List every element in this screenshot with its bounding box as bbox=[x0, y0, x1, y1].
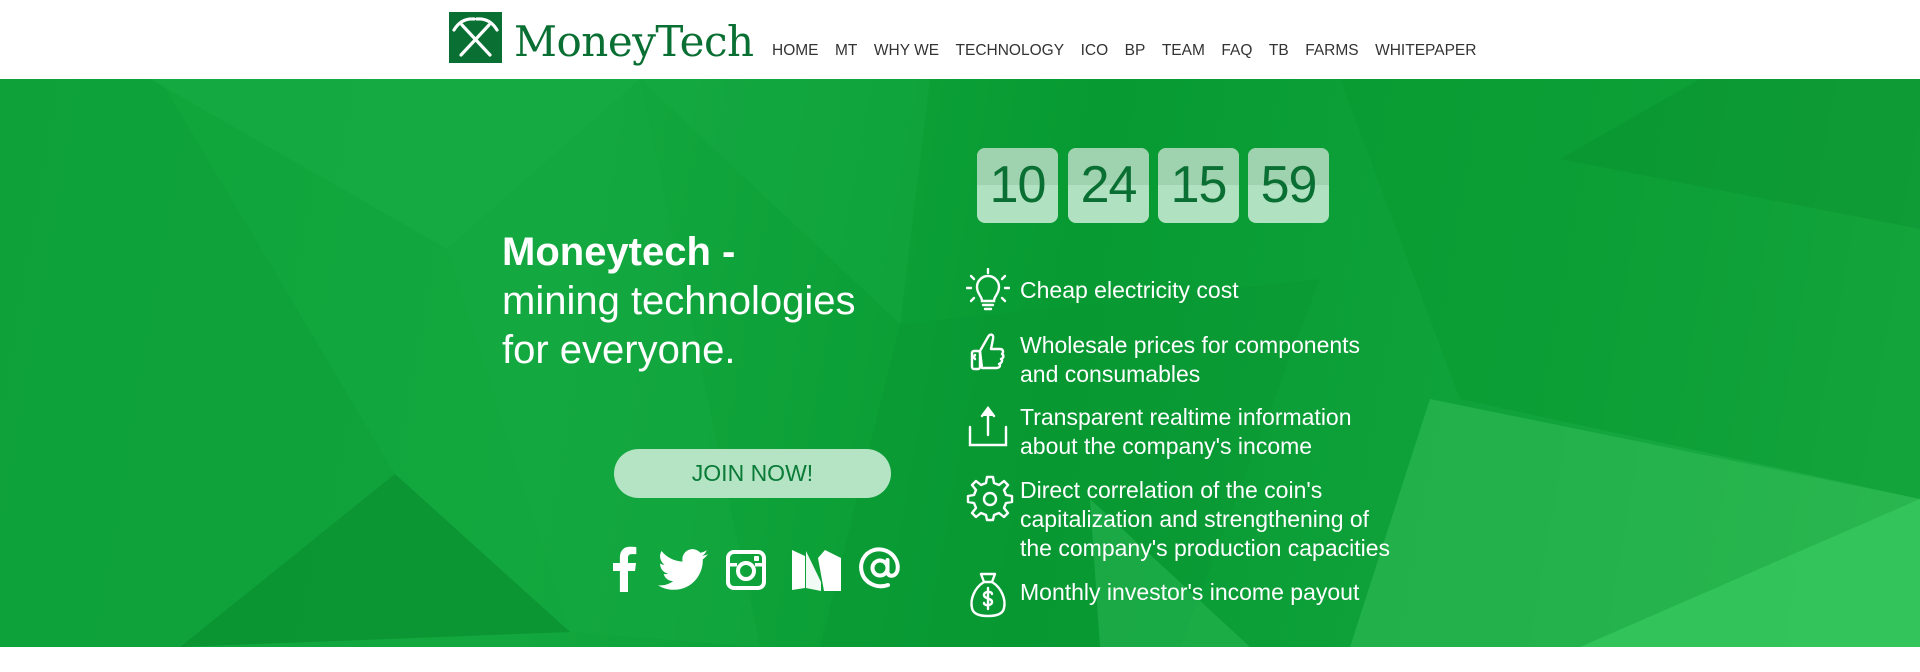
nav-item-technology[interactable]: TECHNOLOGY bbox=[956, 43, 1065, 59]
feature-text-5: Monthly investor's income payout bbox=[1020, 578, 1460, 607]
feature-text-4: Direct correlation of the coin's capitali… bbox=[1020, 476, 1460, 563]
brand-logo[interactable]: MoneyTech bbox=[449, 12, 754, 76]
instagram-icon[interactable] bbox=[726, 550, 766, 595]
footer-strip bbox=[0, 647, 1920, 672]
thumbs-up-icon bbox=[966, 329, 1010, 377]
countdown-box-1: 10 bbox=[977, 148, 1058, 223]
feature-text-1: Cheap electricity cost bbox=[1020, 276, 1460, 305]
countdown-box-4: 59 bbox=[1248, 148, 1329, 223]
join-now-button[interactable]: JOIN NOW! bbox=[614, 449, 891, 498]
feature-4-line-1: Direct correlation of the coin's bbox=[1020, 477, 1323, 503]
nav-item-team[interactable]: TEAM bbox=[1162, 43, 1205, 59]
nav-item-bp[interactable]: BP bbox=[1125, 43, 1146, 59]
feature-4-line-2: capitalization and strengthening of bbox=[1020, 506, 1370, 532]
hero-title-line-2: mining technologies bbox=[502, 279, 856, 323]
nav-item-tb[interactable]: TB bbox=[1269, 43, 1289, 59]
feature-text-3: Transparent realtime information about th… bbox=[1020, 403, 1460, 461]
countdown-value-3: 15 bbox=[1170, 156, 1228, 214]
hero-headline: Moneytech - mining technologies for ever… bbox=[502, 228, 942, 375]
twitter-icon[interactable] bbox=[658, 549, 708, 596]
feature-2-line-2: and consumables bbox=[1020, 361, 1201, 387]
nav-item-mt[interactable]: MT bbox=[835, 43, 857, 59]
lightbulb-icon bbox=[965, 267, 1011, 316]
feature-5-line-1: Monthly investor's income payout bbox=[1020, 579, 1360, 605]
countdown-value-1: 10 bbox=[989, 156, 1047, 214]
nav-item-farms[interactable]: FARMS bbox=[1305, 43, 1358, 59]
hero-background-polygons bbox=[0, 79, 1920, 647]
countdown-value-2: 24 bbox=[1080, 156, 1138, 214]
nav-item-whitepaper[interactable]: WHITEPAPER bbox=[1375, 43, 1476, 59]
feature-4-line-3: the company's production capacities bbox=[1020, 535, 1391, 561]
facebook-icon[interactable] bbox=[611, 546, 637, 597]
countdown-box-3: 15 bbox=[1158, 148, 1239, 223]
upload-arrow-icon bbox=[966, 405, 1010, 453]
medium-icon[interactable] bbox=[791, 548, 843, 597]
nav-item-home[interactable]: HOME bbox=[772, 43, 819, 59]
hero-title-line-1: Moneytech - bbox=[502, 230, 736, 274]
gear-icon bbox=[966, 474, 1014, 522]
brand-name: MoneyTech bbox=[514, 17, 754, 66]
feature-2-line-1: Wholesale prices for components bbox=[1020, 332, 1361, 358]
hero-title-line-3: for everyone. bbox=[502, 328, 736, 372]
nav-item-faq[interactable]: FAQ bbox=[1221, 43, 1252, 59]
nav-item-why-we[interactable]: WHY WE bbox=[874, 43, 939, 59]
countdown-box-2: 24 bbox=[1068, 148, 1149, 223]
main-nav: HOME MT WHY WE TECHNOLOGY ICO BP TEAM FAQ TB FARM… bbox=[772, 43, 1493, 59]
crossed-pickaxes-icon bbox=[449, 12, 502, 63]
site-header: MoneyTech HOME MT WHY WE TECHNOLOGY ICO BP TEA… bbox=[0, 0, 1920, 79]
hero-section: Moneytech - mining technologies for ever… bbox=[0, 79, 1920, 647]
feature-3-line-1: Transparent realtime information bbox=[1020, 404, 1352, 430]
countdown-value-4: 59 bbox=[1260, 156, 1318, 214]
nav-item-ico[interactable]: ICO bbox=[1081, 43, 1109, 59]
social-links bbox=[606, 546, 906, 596]
money-bag-icon bbox=[966, 570, 1010, 618]
email-at-icon[interactable] bbox=[858, 546, 902, 595]
feature-3-line-2: about the company's income bbox=[1020, 433, 1313, 459]
feature-text-2: Wholesale prices for components and consu… bbox=[1020, 331, 1460, 389]
feature-1-line-1: Cheap electricity cost bbox=[1020, 277, 1239, 303]
